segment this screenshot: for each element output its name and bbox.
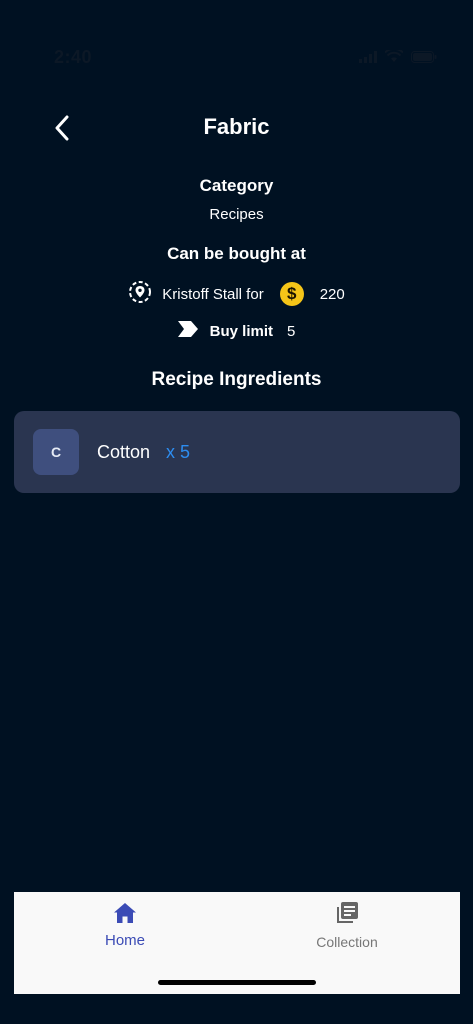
tab-collection-label: Collection [316,934,378,950]
status-time: 2:40 [54,47,93,67]
ingredient-card[interactable]: C Cotton x 5 [14,411,460,493]
coin-icon: $ [279,282,304,306]
recipe-ingredients-heading: Recipe Ingredients [151,369,322,390]
seller-label: Kristoff Stall for [162,285,264,303]
status-icons [359,47,437,68]
tab-bar: Home Collection [14,892,460,994]
category-value: Recipes [209,206,264,223]
buy-limit-value: 5 [287,322,296,340]
seller-row: Kristoff Stall for $ 220 [0,280,473,308]
tab-home-label: Home [104,932,145,949]
price-value: 220 [319,285,345,303]
category-heading: Category [199,176,274,195]
ingredient-quantity: x 5 [166,441,191,462]
location-pin-icon [128,280,152,308]
home-icon [113,902,137,929]
ingredient-name: Cotton [97,441,151,462]
ingredient-avatar: C [33,429,79,475]
bought-at-heading: Can be bought at [167,244,306,263]
status-bar: 2:40 [0,0,473,100]
tab-collection[interactable]: Collection [267,901,427,950]
wifi-icon [384,47,404,68]
home-indicator [158,980,316,985]
collection-icon [335,901,359,930]
buy-limit-label: Buy limit [209,322,273,340]
buy-limit-row: Buy limit 5 [0,320,473,342]
tag-arrow-icon [177,321,198,341]
tab-home[interactable]: Home [45,902,205,949]
page-title: Fabric [203,114,270,139]
battery-icon [411,50,437,68]
signal-icon [359,50,377,68]
